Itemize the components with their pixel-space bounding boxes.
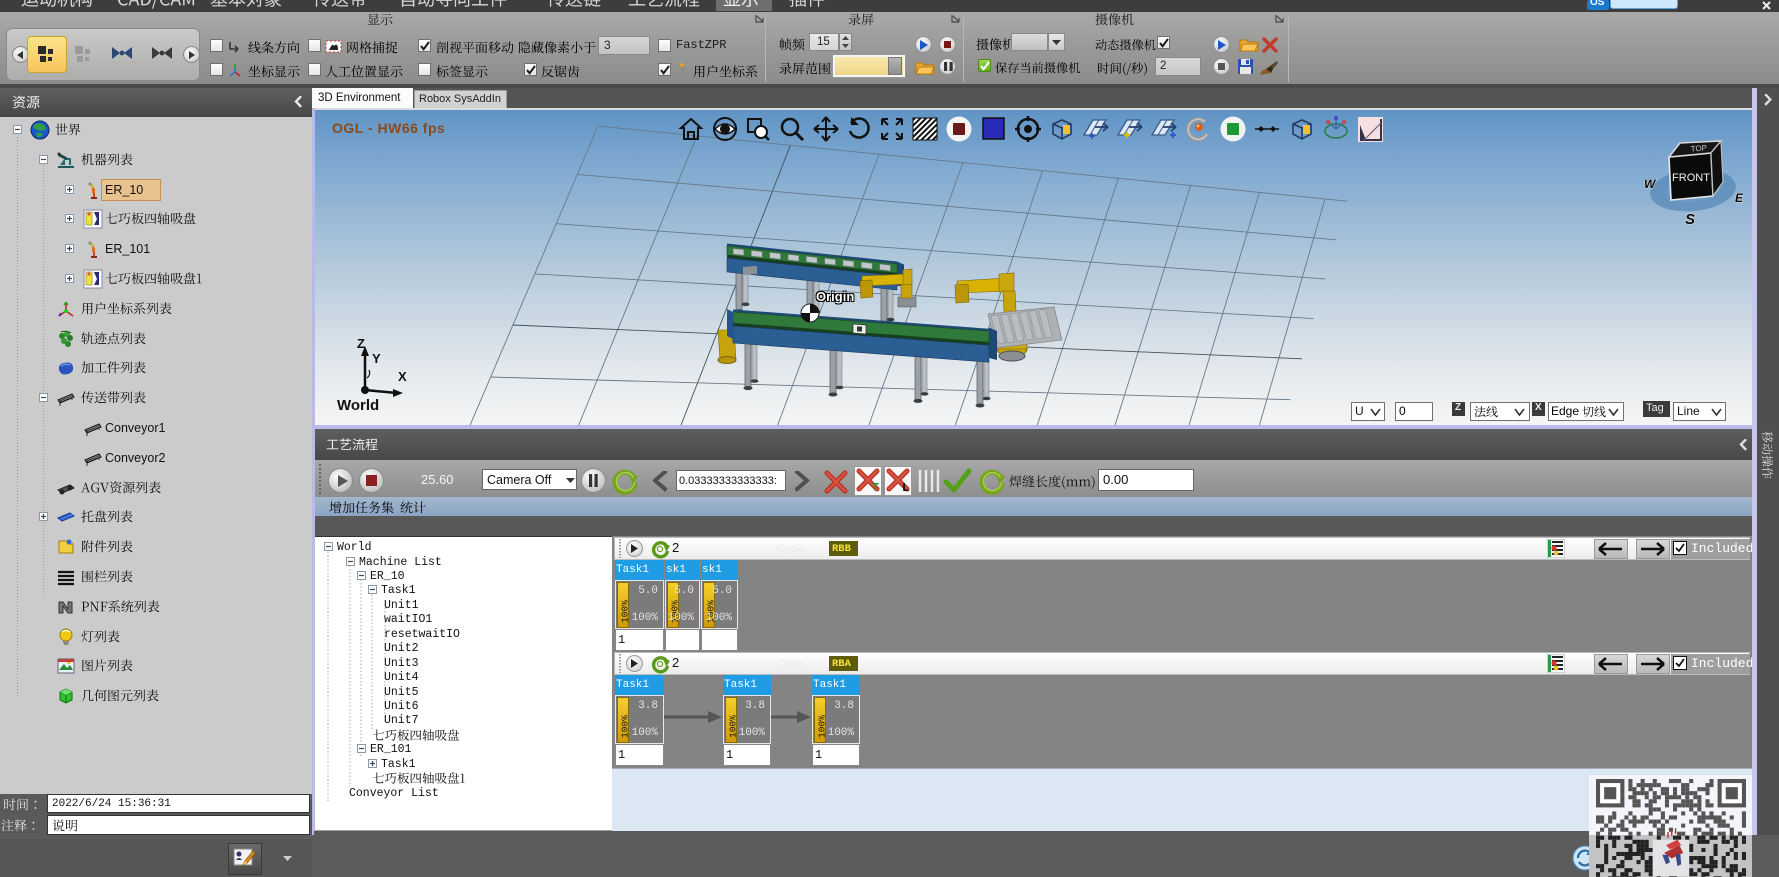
svg-text:100%: 100% — [817, 715, 827, 738]
svg-text:TOP: TOP — [1690, 143, 1707, 153]
svg-text:W: W — [1644, 177, 1657, 191]
svg-text:100%: 100% — [728, 715, 738, 738]
svg-text:FRONT: FRONT — [1672, 172, 1710, 184]
svg-text:100%: 100% — [620, 600, 630, 623]
svg-text:100%: 100% — [620, 715, 630, 738]
svg-text:E: E — [1735, 191, 1744, 205]
svg-text:S: S — [1685, 211, 1695, 228]
